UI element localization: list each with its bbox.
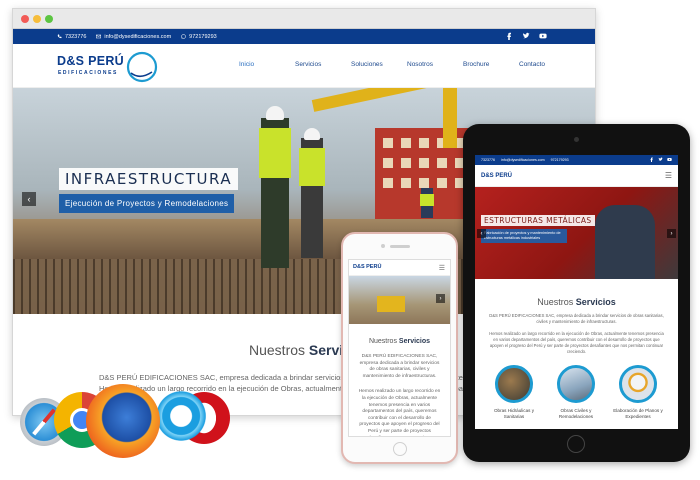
social-links xyxy=(505,32,547,40)
tablet-services-title-light: Nuestros xyxy=(537,297,576,307)
youtube-icon[interactable] xyxy=(539,32,547,40)
browser-chrome xyxy=(13,9,595,29)
menu-item-brochure[interactable]: Brochure xyxy=(463,61,519,68)
tablet-services-title-bold: Servicios xyxy=(575,297,616,307)
safari-needle xyxy=(32,408,56,436)
tablet-home-button[interactable] xyxy=(567,435,585,453)
logo-ring-icon xyxy=(126,51,158,83)
phone-services-title: Nuestros Servicios xyxy=(349,338,450,345)
tablet-navbar: D&S PERÚ ☰ xyxy=(475,165,678,187)
phone-services-paragraph-2: Hemos realizado un largo recorrido en la… xyxy=(358,389,441,436)
internet-explorer-icon xyxy=(152,388,208,444)
contact-topbar: 7323776 info@dysedificaciones.com 972179… xyxy=(13,29,595,44)
tablet-social-links xyxy=(649,157,672,162)
hero-excavator-boom xyxy=(443,88,457,148)
hero-worker-2 xyxy=(299,128,325,258)
contact-email[interactable]: info@dysedificaciones.com xyxy=(96,34,171,40)
facebook-icon[interactable] xyxy=(649,157,654,162)
tablet-contact-whatsapp[interactable]: 972179293 xyxy=(551,158,569,162)
phone-camera xyxy=(381,244,385,248)
tablet-services-paragraph-1: D&S PERÚ EDIFICACIONES SAC, empresa dedi… xyxy=(489,313,664,324)
service-card-hidraulicas[interactable]: Obras Hidráulicas y Sanitarias xyxy=(485,365,543,420)
tablet-service-cards: Obras Hidráulicas y Sanitarias Obras Civ… xyxy=(475,365,678,429)
phone-services-paragraph-1: D&S PERÚ EDIFICACIONES SAC, empresa dedi… xyxy=(359,354,440,379)
mail-icon xyxy=(96,34,102,39)
hero-worker-1 xyxy=(259,106,291,268)
phone-hero-next-arrow[interactable]: › xyxy=(436,294,445,303)
phone-services-title-light: Nuestros xyxy=(368,338,399,345)
menu-item-inicio[interactable]: Inicio xyxy=(239,61,295,68)
tablet-hero-next-arrow[interactable]: › xyxy=(667,229,676,238)
phone-logo[interactable]: D&S PERÚ xyxy=(353,264,381,270)
hero-caption-subtitle: Ejecución de Proyectos y Remodelaciones xyxy=(59,194,235,213)
tablet-logo[interactable]: D&S PERÚ xyxy=(481,173,512,179)
tablet-screen: 7323776 info@dysedificaciones.com 972179… xyxy=(475,155,678,429)
tablet-services-title: Nuestros Servicios xyxy=(475,297,678,307)
tablet-camera xyxy=(574,137,579,142)
phone-services-title-bold: Servicios xyxy=(398,338,431,345)
hamburger-menu-icon[interactable]: ☰ xyxy=(439,264,445,272)
hero-prev-arrow[interactable]: ‹ xyxy=(22,192,36,206)
showcase-stage: 7323776 info@dysedificaciones.com 972179… xyxy=(0,0,700,480)
maximize-window-button[interactable] xyxy=(45,15,53,23)
tablet-hero-caption-title: ESTRUCTURAS METÁLICAS xyxy=(481,215,595,226)
hamburger-menu-icon[interactable]: ☰ xyxy=(665,171,672,180)
hero-building-windows xyxy=(383,138,393,148)
service-card-image xyxy=(619,365,657,403)
menu-item-servicios[interactable]: Servicios xyxy=(295,61,351,68)
tablet-contact-email[interactable]: info@dysedificaciones.com xyxy=(501,158,545,162)
facebook-icon[interactable] xyxy=(505,32,513,40)
phone-home-button[interactable] xyxy=(393,442,407,456)
company-logo[interactable]: D&S PERÚ EDIFICACIONES xyxy=(57,50,167,83)
hero-caption-title: INFRAESTRUCTURA xyxy=(59,168,239,190)
tablet-hero-caption-subtitle: Fabricación de proyectos y mantenimiento… xyxy=(481,229,567,243)
close-window-button[interactable] xyxy=(21,15,29,23)
contact-phone-text: 7323776 xyxy=(65,33,87,40)
phone-navbar: D&S PERÚ ☰ xyxy=(349,260,450,276)
contact-whatsapp-text: 972179293 xyxy=(189,33,217,40)
tablet-contact-phone[interactable]: 7323776 xyxy=(481,158,495,162)
tablet-services-paragraph-2: Hemos realizado un largo recorrido en la… xyxy=(489,331,664,354)
main-navbar: D&S PERÚ EDIFICACIONES Inicio Servicios … xyxy=(13,44,595,88)
logo-sub-text: EDIFICACIONES xyxy=(58,70,118,76)
logo-brand-text: D&S PERÚ xyxy=(57,54,124,68)
services-title-light: Nuestros xyxy=(249,342,309,358)
contact-phone[interactable]: 7323776 xyxy=(57,34,86,40)
service-card-label: Elaboración de Planos y Expedientes xyxy=(613,408,663,419)
contact-whatsapp[interactable]: 972179293 xyxy=(181,34,217,40)
twitter-icon[interactable] xyxy=(522,32,530,40)
tablet-hero-slider: ESTRUCTURAS METÁLICAS Fabricación de pro… xyxy=(475,187,678,279)
firefox-icon xyxy=(86,384,160,458)
hero-worker-3 xyxy=(420,188,434,218)
tablet-contact-topbar: 7323776 info@dysedificaciones.com 972179… xyxy=(475,155,678,165)
main-menu: Inicio Servicios Soluciones Nosotros Bro… xyxy=(239,61,575,68)
tablet-device: 7323776 info@dysedificaciones.com 972179… xyxy=(463,124,690,462)
menu-item-nosotros[interactable]: Nosotros xyxy=(407,61,463,68)
contact-email-text: info@dysedificaciones.com xyxy=(104,33,172,40)
phone-device: D&S PERÚ ☰ › Nuestros Servicios D&S PERÚ… xyxy=(341,232,458,464)
service-card-label: Obras Civiles y Remodelaciones xyxy=(558,408,594,419)
youtube-icon[interactable] xyxy=(667,157,672,162)
tablet-hero-prev-arrow[interactable]: ‹ xyxy=(477,229,486,238)
phone-hero-slider: › xyxy=(349,276,450,324)
whatsapp-icon xyxy=(181,34,186,39)
menu-item-contacto[interactable]: Contacto xyxy=(519,61,575,68)
service-card-label: Obras Hidráulicas y Sanitarias xyxy=(493,408,535,419)
service-card-image xyxy=(495,365,533,403)
service-card-planos[interactable]: Elaboración de Planos y Expedientes xyxy=(609,365,667,420)
menu-item-soluciones[interactable]: Soluciones xyxy=(351,61,407,68)
phone-speaker xyxy=(390,245,410,248)
phone-hero-bulldozer xyxy=(377,296,405,312)
service-card-civiles[interactable]: Obras Civiles y Remodelaciones xyxy=(547,365,605,420)
phone-icon xyxy=(57,34,62,39)
twitter-icon[interactable] xyxy=(658,157,663,162)
service-card-image xyxy=(557,365,595,403)
tablet-hero-welder xyxy=(595,205,655,279)
phone-screen: D&S PERÚ ☰ › Nuestros Servicios D&S PERÚ… xyxy=(348,259,451,437)
minimize-window-button[interactable] xyxy=(33,15,41,23)
